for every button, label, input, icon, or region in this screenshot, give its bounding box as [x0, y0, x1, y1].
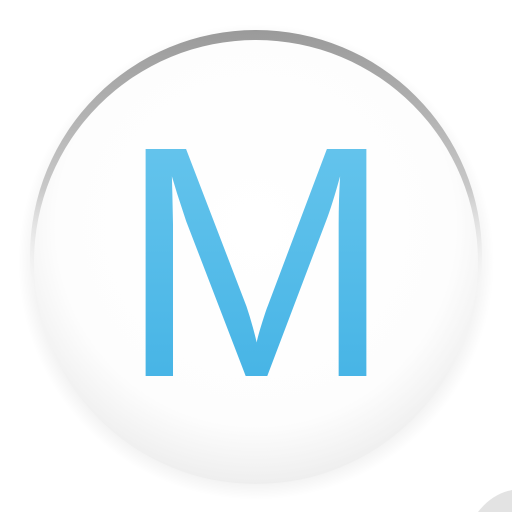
m-app-icon[interactable]: M: [0, 0, 512, 512]
app-icon-canvas: M: [0, 0, 512, 512]
corner-shadow: [478, 490, 512, 512]
icon-letter: M: [119, 77, 394, 446]
